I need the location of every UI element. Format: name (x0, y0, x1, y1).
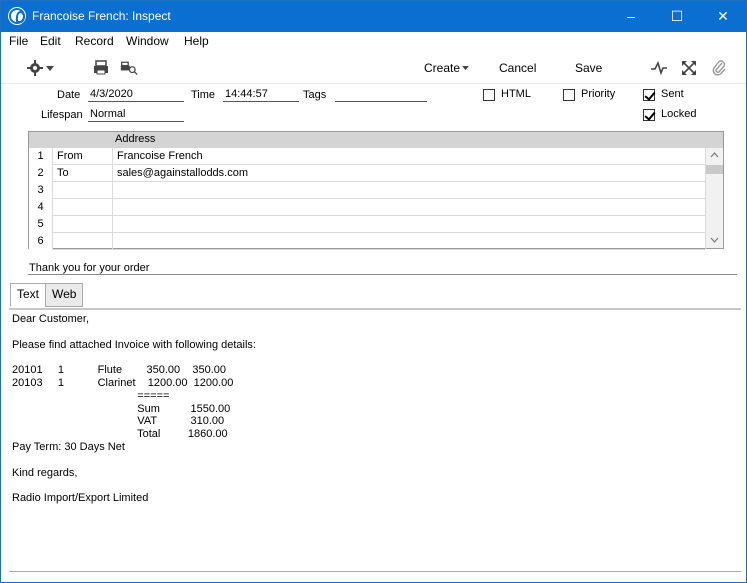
save-button[interactable]: Save (575, 61, 602, 75)
date-field[interactable]: 4/3/2020 (88, 88, 184, 102)
body-line: Pay Term: 30 Days Net (12, 441, 125, 453)
table-row[interactable]: 2 To sales@againstallodds.com (29, 165, 706, 182)
close-icon[interactable]: ✕ (700, 1, 746, 32)
tab-text[interactable]: Text (10, 283, 47, 307)
maximize-icon[interactable]: ☐ (654, 1, 700, 32)
expand-icon[interactable] (680, 59, 698, 77)
address-value-cell[interactable] (113, 233, 706, 250)
menu-edit[interactable]: Edit (40, 34, 61, 48)
html-checkbox[interactable] (483, 89, 495, 101)
scroll-up-icon[interactable] (710, 152, 719, 158)
row-number-cell: 4 (29, 199, 53, 216)
row-number-cell: 6 (29, 233, 53, 250)
row-number-cell: 1 (29, 148, 53, 165)
body-line: Total 1860.00 (12, 428, 228, 441)
table-row[interactable]: 4 (29, 199, 706, 216)
menu-record[interactable]: Record (75, 34, 114, 48)
menu-file[interactable]: File (9, 34, 28, 48)
title-bar[interactable]: Francoise French: Inspect – ☐ ✕ (1, 1, 746, 32)
row-number-cell: 5 (29, 216, 53, 233)
toolbar: Create Cancel Save (1, 52, 746, 84)
address-type-cell[interactable] (53, 233, 113, 250)
create-button[interactable]: Create (424, 61, 460, 75)
priority-label: Priority (581, 88, 616, 100)
date-label: Date (57, 89, 81, 101)
message-body[interactable]: Dear Customer, Please find attached Invoi… (9, 308, 741, 570)
address-value-cell[interactable] (113, 182, 706, 199)
address-type-cell[interactable] (53, 199, 113, 216)
print-icon[interactable] (92, 59, 110, 77)
table-row[interactable]: 6 (29, 233, 706, 250)
menu-window[interactable]: Window (126, 34, 169, 48)
minimize-icon[interactable]: – (608, 1, 654, 32)
address-type-cell[interactable] (53, 182, 113, 199)
body-line: VAT 310.00 (12, 415, 225, 428)
grid-scrollbar[interactable] (706, 148, 723, 248)
table-row[interactable]: 3 (29, 182, 706, 199)
activity-icon[interactable] (650, 59, 668, 77)
row-number-cell: 2 (29, 165, 53, 182)
attachment-icon[interactable] (710, 59, 728, 77)
body-line: 20101 1 Flute 350.00 350.00 (12, 364, 227, 377)
locked-label: Locked (661, 108, 697, 120)
html-label: HTML (501, 88, 531, 100)
create-dropdown-icon[interactable] (462, 66, 469, 71)
gear-icon[interactable] (26, 59, 44, 77)
table-row[interactable]: 5 (29, 216, 706, 233)
menu-help[interactable]: Help (184, 34, 209, 48)
row-number-cell: 3 (29, 182, 53, 199)
scroll-down-icon[interactable] (710, 237, 719, 243)
time-field[interactable]: 14:44:57 (223, 88, 299, 102)
lifespan-field[interactable]: Normal (88, 108, 184, 122)
subject-underline (28, 274, 737, 275)
priority-checkbox[interactable] (563, 89, 575, 101)
address-value-cell[interactable] (113, 216, 706, 233)
body-line: Please find attached Invoice with follow… (12, 338, 256, 351)
address-column-header: Address (115, 133, 156, 145)
grid-header: Address (29, 132, 723, 148)
address-value-cell[interactable]: sales@againstallodds.com (113, 165, 706, 182)
body-line: Sum 1550.00 (12, 402, 231, 415)
tags-label: Tags (303, 89, 327, 101)
address-type-cell[interactable]: From (53, 148, 113, 165)
sent-checkbox[interactable] (643, 89, 655, 101)
app-logo-icon (9, 8, 25, 24)
body-line: Kind regards, (12, 466, 78, 479)
body-line: ===== (12, 389, 170, 402)
address-value-cell[interactable] (113, 199, 706, 216)
inspect-window: Francoise French: Inspect – ☐ ✕ File Edi… (0, 0, 747, 583)
menu-bar: File Edit Record Window Help (1, 32, 746, 52)
address-type-cell[interactable]: To (53, 165, 113, 182)
body-line: Radio Import/Export Limited (12, 492, 149, 505)
address-type-cell[interactable] (53, 216, 113, 233)
subject-field[interactable]: Thank you for your order (29, 262, 149, 274)
body-line: Dear Customer, (12, 313, 90, 325)
table-row[interactable]: 1 From Francoise French (29, 148, 706, 165)
window-title: Francoise French: Inspect (32, 9, 171, 23)
scroll-thumb[interactable] (706, 165, 723, 174)
tags-field[interactable] (335, 88, 427, 102)
bottom-divider (9, 571, 741, 572)
cancel-button[interactable]: Cancel (499, 61, 536, 75)
lifespan-label: Lifespan (41, 109, 83, 121)
gear-dropdown-icon[interactable] (46, 66, 54, 72)
address-grid: Address 1 From Francoise French 2 To sales@ag… (28, 131, 724, 250)
address-value-cell[interactable]: Francoise French (113, 148, 706, 165)
time-label: Time (191, 89, 216, 101)
tab-web[interactable]: Web (45, 283, 84, 307)
locked-checkbox[interactable] (643, 109, 655, 121)
body-line: 20103 1 Clarinet 1200.00 1200.00 (12, 377, 234, 389)
sent-label: Sent (661, 88, 684, 100)
print-preview-icon[interactable] (120, 59, 138, 77)
